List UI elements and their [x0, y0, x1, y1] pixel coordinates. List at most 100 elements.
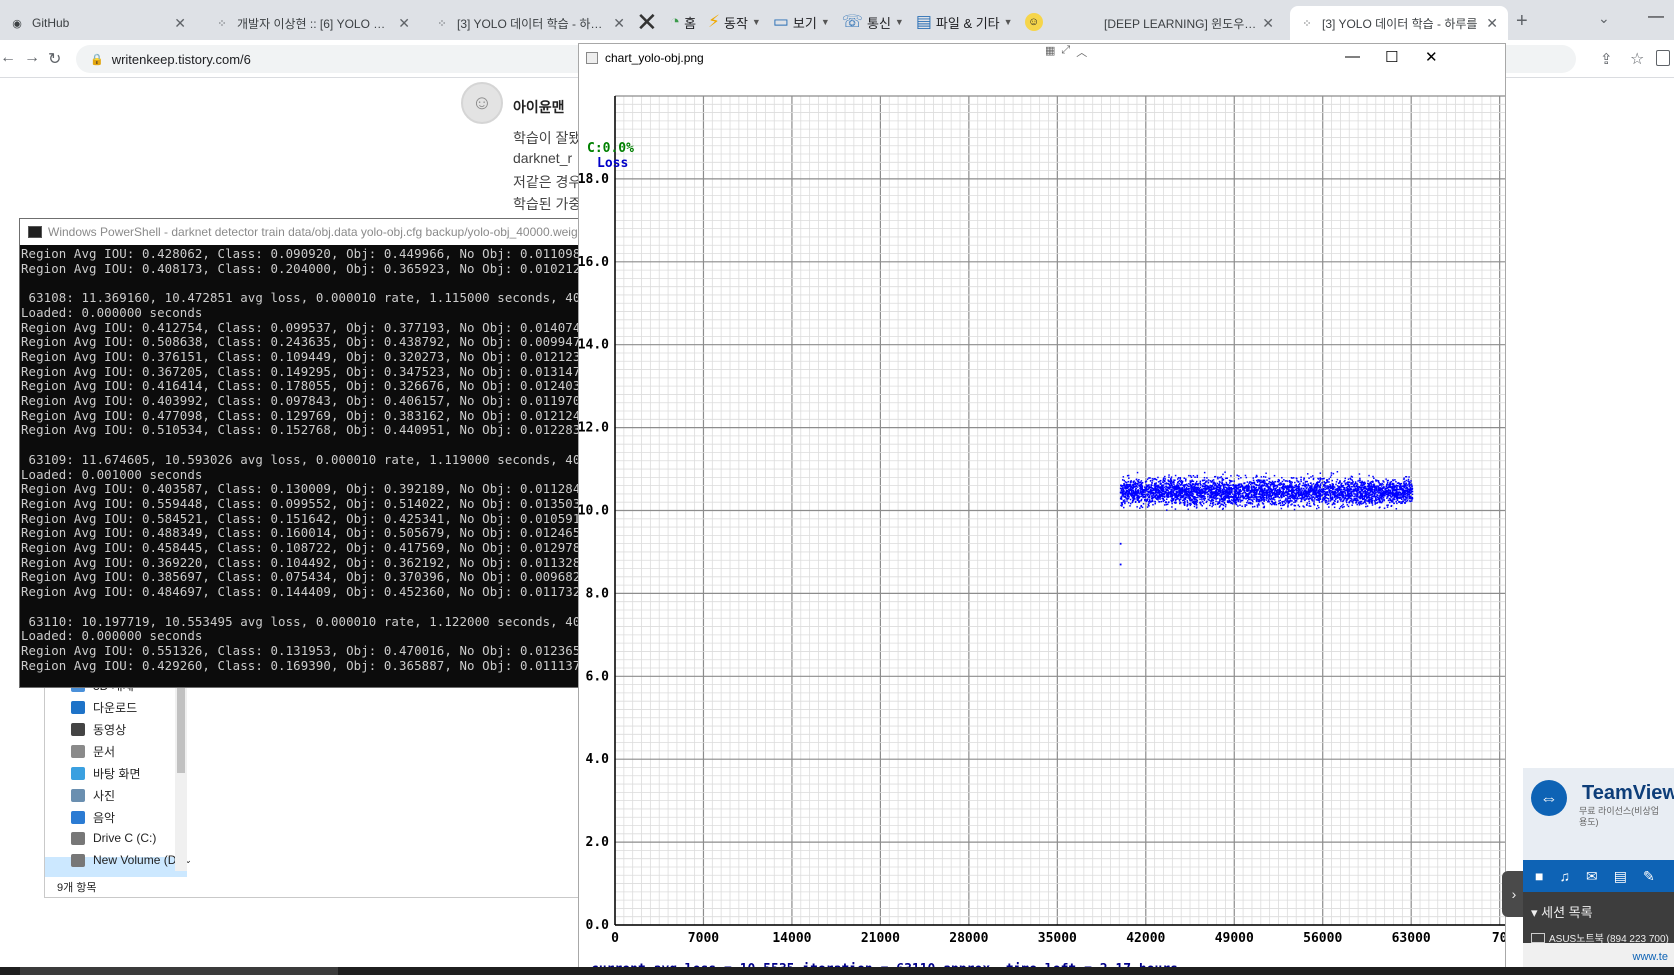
- tab-close-icon[interactable]: ✕: [174, 15, 186, 32]
- share-icon[interactable]: ⇪: [1600, 50, 1613, 68]
- extension-icon[interactable]: [1656, 50, 1670, 66]
- loss-point: [1251, 482, 1254, 484]
- loss-point: [1130, 480, 1133, 482]
- tab-yolo-3[interactable]: ⁘ [3] YOLO 데이터 학습 - 하루를 ✕: [425, 6, 635, 40]
- forward-arrow-icon[interactable]: →: [24, 49, 40, 67]
- communicate-menu[interactable]: ☏ 통신 ▼: [842, 12, 904, 32]
- headset-icon[interactable]: ♫: [1559, 868, 1570, 884]
- loss-point: [1228, 482, 1231, 484]
- nav-item-pictures[interactable]: 사진: [71, 787, 115, 804]
- loss-point: [1265, 482, 1267, 485]
- loss-point: [1288, 501, 1291, 504]
- clipboard-icon[interactable]: ▤: [1614, 868, 1627, 885]
- minimize-button[interactable]: —: [1345, 48, 1360, 65]
- loss-point: [1265, 492, 1267, 495]
- tab-yolo-6[interactable]: ⁘ 개발자 이상현 :: [6] YOLO 데이터 ✕: [205, 6, 420, 40]
- loss-point: [1285, 498, 1287, 501]
- loss-point: [1129, 505, 1131, 507]
- tab-github[interactable]: ◉ GitHub ✕: [0, 6, 196, 40]
- window-minimize-button[interactable]: —: [1648, 8, 1664, 26]
- nav-item-documents[interactable]: 문서: [71, 743, 115, 760]
- loss-point: [1221, 479, 1223, 481]
- tab-close-icon[interactable]: ✕: [1262, 15, 1274, 32]
- loss-point: [1326, 480, 1328, 482]
- loss-point: [1313, 501, 1315, 503]
- loss-point: [1400, 488, 1403, 490]
- nav-item-videos[interactable]: 동영상: [71, 721, 126, 738]
- files-menu[interactable]: ▤ 파일 & 기타 ▼: [916, 12, 1013, 32]
- scrollbar-thumb[interactable]: [177, 681, 185, 773]
- loss-point: [1292, 490, 1295, 492]
- loss-point: [1333, 490, 1336, 493]
- video-camera-icon[interactable]: ■: [1535, 868, 1543, 884]
- view-menu[interactable]: ▭ 보기 ▼: [773, 12, 830, 32]
- loss-point: [1385, 478, 1387, 480]
- nav-item-music[interactable]: 음악: [71, 809, 115, 826]
- loss-point: [1190, 499, 1192, 502]
- loss-point: [1133, 480, 1135, 482]
- loss-point: [1343, 480, 1345, 483]
- loss-point: [1318, 506, 1320, 509]
- chevron-up-icon[interactable]: ︿: [1076, 44, 1087, 60]
- bookmark-star-icon[interactable]: ☆: [1630, 49, 1644, 69]
- powershell-window[interactable]: Windows PowerShell - darknet detector tr…: [19, 218, 579, 688]
- loss-point: [1177, 497, 1179, 500]
- loss-point: [1318, 492, 1320, 495]
- nav-item-drive-c[interactable]: Drive C (C:): [71, 831, 156, 845]
- loss-point: [1181, 481, 1184, 484]
- loss-point: [1194, 488, 1196, 490]
- loss-point: [1224, 471, 1226, 473]
- close-session-icon[interactable]: ✕: [636, 9, 658, 35]
- chat-icon[interactable]: ✉: [1586, 868, 1598, 885]
- loss-point: [1170, 492, 1172, 495]
- fit-screen-icon[interactable]: ⤢: [1061, 44, 1070, 60]
- loss-point: [1354, 483, 1356, 485]
- new-tab-button[interactable]: +: [1516, 10, 1528, 33]
- chart-image-window[interactable]: chart_yolo-obj.png ▦ ⤢ ︿ — ☐ ✕ 0.0 2.0 4.0…: [578, 43, 1506, 975]
- tab-close-icon[interactable]: ✕: [1486, 15, 1498, 32]
- loss-point: [1233, 499, 1235, 501]
- tab-deep-learning[interactable]: [DEEP LEARNING] 윈도우 10에 ✕: [1094, 6, 1284, 40]
- maximize-button[interactable]: ☐: [1385, 48, 1398, 66]
- loss-point: [1314, 484, 1316, 487]
- home-button[interactable]: ◔ 홈: [670, 12, 696, 32]
- tab-yolo-3-active[interactable]: ⁘ [3] YOLO 데이터 학습 - 하루를 ✕: [1290, 6, 1508, 40]
- loss-point: [1170, 488, 1172, 491]
- reload-icon[interactable]: ↻: [48, 49, 61, 69]
- loss-point: [1234, 494, 1237, 497]
- session-list-header[interactable]: ▾ 세션 목록: [1531, 902, 1593, 921]
- actions-menu[interactable]: ⚡ 동작 ▼: [708, 12, 761, 32]
- loss-point: [1198, 491, 1201, 494]
- loss-point: [1244, 485, 1246, 488]
- close-button[interactable]: ✕: [1425, 48, 1438, 66]
- loss-point: [1140, 488, 1142, 491]
- powershell-title-bar[interactable]: Windows PowerShell - darknet detector tr…: [20, 219, 578, 245]
- back-arrow-icon[interactable]: ←: [0, 49, 16, 67]
- nav-item-downloads[interactable]: 다운로드: [71, 699, 137, 716]
- loss-point: [1390, 499, 1392, 502]
- nav-item-drive-d[interactable]: New Volume (D ⌄: [71, 853, 192, 867]
- tab-close-icon[interactable]: ✕: [613, 15, 625, 32]
- tab-search-chevron-icon[interactable]: ⌄: [1598, 10, 1610, 27]
- loss-point: [1293, 501, 1295, 504]
- loss-point: [1378, 482, 1380, 484]
- loss-point: [1386, 481, 1389, 484]
- chart-window-title-bar[interactable]: chart_yolo-obj.png ▦ ⤢ ︿ — ☐ ✕: [579, 44, 1505, 72]
- loss-point: [1373, 486, 1376, 489]
- loss-point: [1406, 484, 1409, 486]
- console-line: 63108: 11.369160, 10.472851 avg loss, 0.…: [21, 290, 578, 306]
- loss-point: [1309, 505, 1312, 507]
- x-tick-label: 42000: [1126, 931, 1165, 946]
- grid-icon[interactable]: ▦: [1045, 44, 1055, 60]
- loss-point: [1411, 485, 1413, 487]
- loss-point: [1215, 500, 1217, 503]
- pen-icon[interactable]: ✎: [1643, 868, 1655, 885]
- loss-point: [1136, 486, 1139, 488]
- nav-item-desktop[interactable]: 바탕 화면: [71, 765, 141, 782]
- console-output[interactable]: Region Avg IOU: 0.428062, Class: 0.09092…: [20, 245, 578, 687]
- loss-point: [1353, 485, 1355, 488]
- loss-point: [1130, 492, 1133, 494]
- feedback-smiley-icon[interactable]: ☺: [1024, 13, 1043, 31]
- loss-point: [1410, 496, 1412, 498]
- tab-close-icon[interactable]: ✕: [398, 15, 410, 32]
